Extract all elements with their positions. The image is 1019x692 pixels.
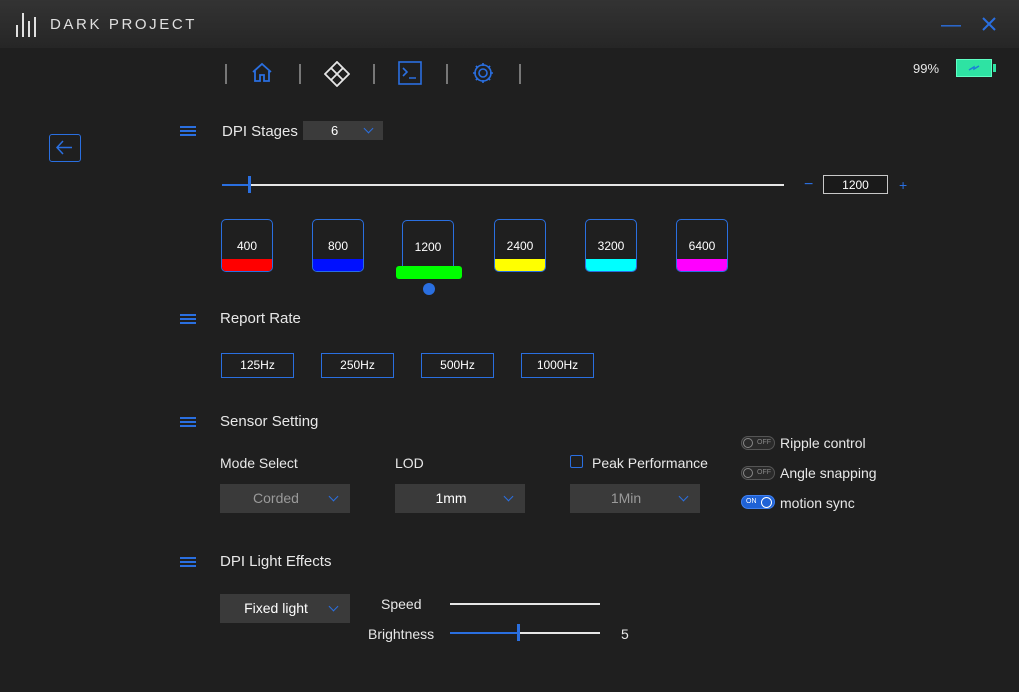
close-icon (982, 17, 996, 31)
peak-time-value: 1Min (610, 490, 642, 506)
dpi-stage-color (396, 266, 462, 279)
dpi-slider-fill (222, 184, 250, 186)
dpi-stage-6[interactable]: 6400 (676, 219, 728, 272)
sensor-setting-title: Sensor Setting (220, 413, 319, 430)
toggle-state: OFF (757, 469, 771, 476)
peak-performance-label: Peak Performance (592, 455, 708, 471)
nav-separator (519, 64, 521, 84)
dpi-stage-value: 3200 (597, 239, 625, 253)
brightness-label: Brightness (368, 626, 435, 642)
terminal-icon (398, 61, 422, 85)
battery-tip (993, 64, 996, 72)
dpi-stage-value: 1200 (414, 240, 442, 254)
gear-icon (473, 63, 493, 83)
lod-value: 1mm (435, 490, 467, 506)
toggle-state: ON (746, 498, 757, 505)
brightness-slider-fill (450, 632, 518, 634)
peak-time-dropdown[interactable]: 1Min (570, 484, 700, 513)
dpi-stage-color (586, 259, 636, 271)
angle-snapping-label: Angle snapping (780, 465, 877, 481)
mode-select-value: Corded (253, 490, 299, 506)
dpi-stage-4[interactable]: 2400 (494, 219, 546, 272)
ripple-control-toggle[interactable]: OFF (741, 436, 775, 450)
menu-icon (180, 417, 196, 427)
nav-separator (373, 64, 375, 84)
dpi-stage-color (313, 259, 363, 271)
rate-button[interactable]: 500Hz (421, 353, 494, 378)
dpi-slider-thumb[interactable] (248, 176, 251, 193)
report-rate-title: Report Rate (220, 310, 301, 327)
peak-performance-checkbox[interactable] (570, 455, 583, 468)
chevron-down-icon (363, 123, 374, 134)
brightness-slider-thumb[interactable] (516, 624, 520, 641)
nav-buttons[interactable] (323, 60, 351, 88)
lod-dropdown[interactable]: 1mm (395, 484, 525, 513)
dpi-stages-title: DPI Stages (222, 123, 298, 140)
dpi-stages-count: 6 (331, 123, 339, 138)
dpi-increase-button[interactable]: + (899, 177, 907, 193)
dpi-stage-value: 800 (327, 239, 349, 253)
dpi-stage-2[interactable]: 800 (312, 219, 364, 272)
rate-button[interactable]: 125Hz (221, 353, 294, 378)
dpi-stage-1[interactable]: 400 (221, 219, 273, 272)
dpi-slider-track[interactable] (222, 184, 784, 186)
dpi-stage-3[interactable]: 1200 (396, 220, 462, 280)
dpi-stage-5[interactable]: 3200 (585, 219, 637, 272)
battery-percent: 99% (913, 61, 940, 76)
mode-select-label: Mode Select (220, 455, 298, 471)
menu-icon (180, 126, 196, 136)
back-button[interactable] (49, 134, 81, 162)
speed-label: Speed (381, 596, 422, 612)
minimize-button[interactable]: — (941, 14, 961, 37)
nav-separator (446, 64, 448, 84)
dpi-stage-color (222, 259, 272, 271)
toggle-state: OFF (757, 439, 771, 446)
motion-sync-toggle[interactable]: ON (741, 495, 775, 509)
dpi-value-input[interactable] (823, 175, 888, 194)
dpi-stage-value: 6400 (688, 239, 716, 253)
mode-select-dropdown[interactable]: Corded (220, 484, 350, 513)
nav-macro[interactable] (398, 61, 424, 87)
dark-project-logo (16, 13, 42, 37)
nav-separator (299, 64, 301, 84)
diamond-grid-icon (323, 60, 351, 88)
rate-button[interactable]: 250Hz (321, 353, 394, 378)
motion-sync-label: motion sync (780, 495, 855, 511)
light-effect-dropdown[interactable]: Fixed light (220, 594, 350, 623)
dpi-stage-color (677, 259, 727, 271)
dpi-stage-value: 2400 (506, 239, 534, 253)
nav-home[interactable] (250, 61, 276, 87)
menu-icon (180, 314, 196, 324)
dpi-decrease-button[interactable]: − (804, 176, 813, 194)
nav-separator (225, 64, 227, 84)
arrow-left-icon (55, 140, 72, 155)
light-effect-value: Fixed light (244, 600, 308, 616)
ripple-control-label: Ripple control (780, 435, 866, 451)
menu-icon (180, 557, 196, 567)
brightness-value: 5 (621, 626, 629, 642)
dpi-stage-value: 400 (236, 239, 258, 253)
brand-name: DARK PROJECT (50, 16, 198, 33)
active-stage-indicator (423, 283, 435, 295)
close-button[interactable] (981, 15, 997, 38)
speed-slider[interactable] (450, 603, 600, 605)
angle-snapping-toggle[interactable]: OFF (741, 466, 775, 480)
dpi-light-effects-title: DPI Light Effects (220, 553, 332, 570)
dpi-stages-select[interactable]: 6 (303, 121, 383, 140)
nav-settings[interactable] (471, 61, 497, 87)
home-icon (252, 62, 272, 82)
dpi-stage-color (495, 259, 545, 271)
lod-label: LOD (395, 455, 424, 471)
rate-button[interactable]: 1000Hz (521, 353, 594, 378)
battery-icon (956, 59, 992, 77)
